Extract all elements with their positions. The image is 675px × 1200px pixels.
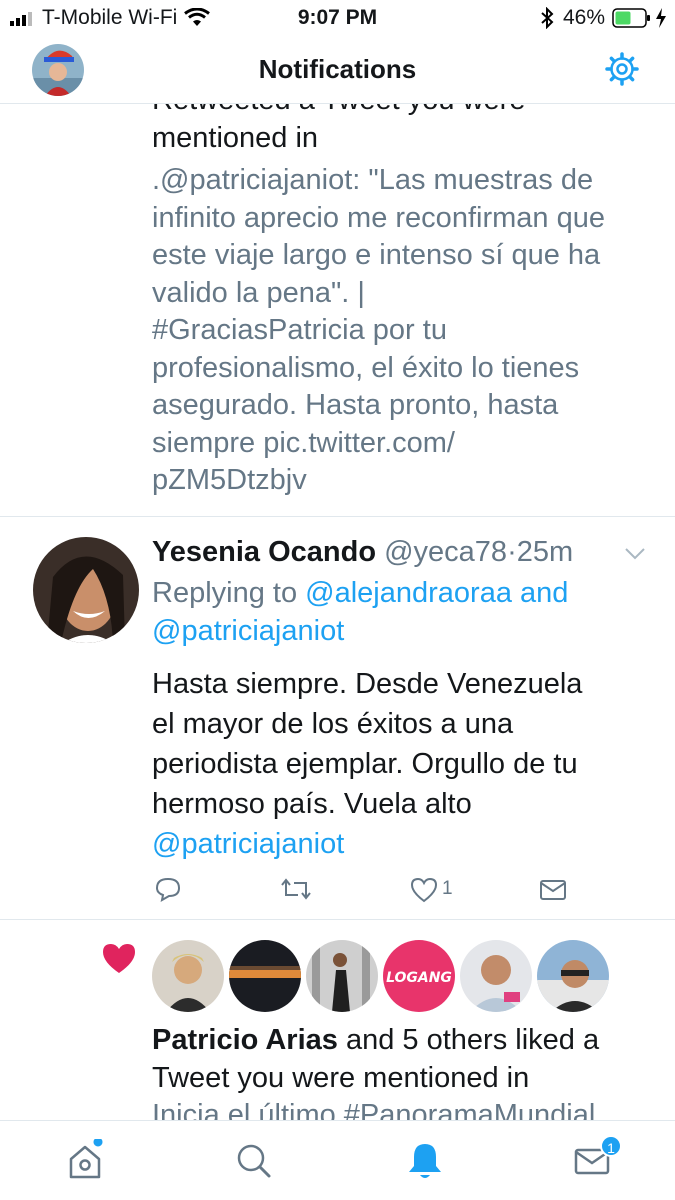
charging-icon xyxy=(656,8,666,28)
mention-link[interactable]: @alejandraoraa xyxy=(305,577,512,609)
home-icon[interactable] xyxy=(63,1139,107,1183)
liker-avatar[interactable] xyxy=(229,940,301,1012)
bluetooth-icon xyxy=(541,7,554,29)
battery-icon xyxy=(612,8,650,28)
tweet-preview: Inicia el último #PanoramaMundial xyxy=(152,1099,596,1120)
chevron-down-icon[interactable] xyxy=(624,547,646,561)
retweet-notification[interactable]: Retweeted a Tweet you were mentioned in … xyxy=(0,104,675,516)
tab-bar xyxy=(0,1120,675,1200)
tweet-time: 25m xyxy=(516,536,574,568)
mention-link[interactable]: @patriciajaniot xyxy=(152,615,344,647)
header-bar: Notifications xyxy=(0,36,675,104)
reply-icon[interactable] xyxy=(155,876,181,902)
liker-avatar[interactable] xyxy=(460,940,532,1012)
author-name[interactable]: Yesenia Ocando xyxy=(152,536,376,568)
like-icon[interactable] xyxy=(410,877,438,903)
heart-icon xyxy=(103,944,135,973)
retweet-icon[interactable] xyxy=(280,877,312,901)
tweet-header: Yesenia Ocando @yeca78·25m xyxy=(152,534,573,572)
author-handle[interactable]: @yeca78 xyxy=(384,536,507,568)
notification-action-text: Retweeted a Tweet you were mentioned in xyxy=(152,104,525,154)
notifications-bell-icon[interactable] xyxy=(403,1139,447,1183)
gear-icon[interactable] xyxy=(604,51,640,87)
replying-to: Replying to @alejandraoraa and @patricia… xyxy=(152,577,569,647)
svg-text:LOGANG: LOGANG xyxy=(386,970,452,986)
quoted-tweet-text: .@patriciajaniot: "Las muestras de infin… xyxy=(152,164,605,496)
like-count: 1 xyxy=(442,878,453,899)
page-title: Notifications xyxy=(258,54,417,84)
liker-avatar[interactable]: LOGANG xyxy=(383,940,455,1012)
message-icon[interactable] xyxy=(540,880,566,900)
like-notification[interactable]: LOGANG Patricio Arias and 5 others liked… xyxy=(0,920,675,1120)
liker-name[interactable]: Patricio Arias xyxy=(152,1024,338,1056)
separator: · xyxy=(507,536,517,568)
notifications-list[interactable]: Retweeted a Tweet you were mentioned in … xyxy=(0,104,675,1120)
tweet-item[interactable]: Yesenia Ocando @yeca78·25m Replying to @… xyxy=(0,517,675,919)
tweet-author-avatar[interactable] xyxy=(33,537,139,643)
like-notification-text: Patricio Arias and 5 others liked a Twee… xyxy=(152,1022,662,1120)
status-bar: T-Mobile Wi-Fi 9:07 PM 46% xyxy=(0,0,675,36)
search-icon[interactable] xyxy=(232,1139,276,1183)
mention-link[interactable]: @patriciajaniot xyxy=(152,824,662,864)
liker-avatar[interactable] xyxy=(152,940,224,1012)
liker-avatar[interactable] xyxy=(306,940,378,1012)
tweet-text: Hasta siempre. Desde Venezuela el mayor … xyxy=(152,664,662,864)
liker-avatar[interactable] xyxy=(537,940,609,1012)
messages-badge: 1 xyxy=(600,1135,622,1157)
battery-percent: 46% xyxy=(563,6,606,29)
